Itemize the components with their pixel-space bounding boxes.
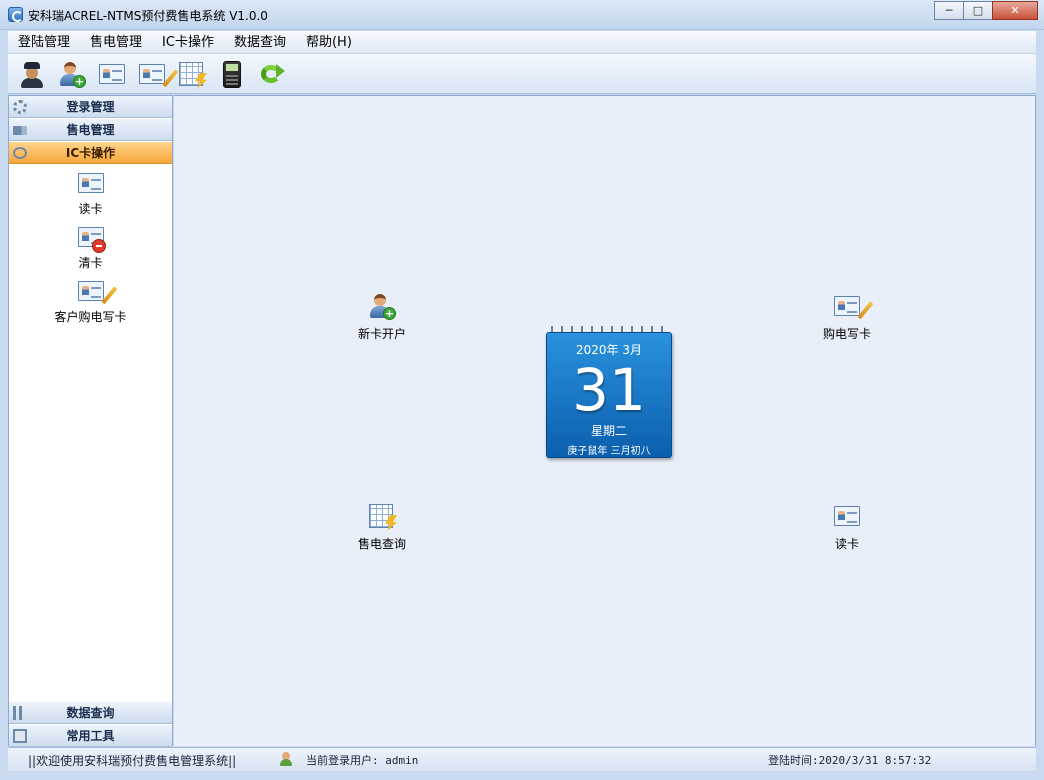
app-icon xyxy=(8,7,23,22)
read-card-icon xyxy=(833,502,861,530)
sales-table-icon xyxy=(178,60,207,89)
sidebar-section-tools[interactable]: 常用工具 xyxy=(9,725,172,747)
toolbar-read-card-button[interactable] xyxy=(96,58,128,90)
shortcut-read-card[interactable]: 读卡 xyxy=(802,502,892,552)
menu-sales-management[interactable]: 售电管理 xyxy=(80,31,152,54)
toolbar-new-account-button[interactable]: + xyxy=(56,58,88,90)
police-icon xyxy=(18,60,46,88)
calendar-body: 2020年 3月 31 星期二 庚子鼠年 三月初八 xyxy=(546,332,672,458)
status-welcome: ||欢迎使用安科瑞预付费售电管理系统|| xyxy=(28,754,237,768)
sidebar-item-label: 读卡 xyxy=(78,202,103,216)
truck-icon xyxy=(13,126,27,135)
read-card-icon xyxy=(77,169,105,197)
anchor-icon xyxy=(13,147,27,159)
calendar-day: 31 xyxy=(572,356,646,424)
shortcut-purchase-write-card[interactable]: 购电写卡 xyxy=(802,292,892,342)
sales-query-icon xyxy=(368,502,397,531)
toolbar: + xyxy=(8,54,1036,94)
sidebar-item-list: 读卡 清卡 客户购电写卡 xyxy=(9,166,172,328)
sidebar-section-login[interactable]: 登录管理 xyxy=(9,96,172,118)
status-login-time: 登陆时间:2020/3/31 8:57:32 xyxy=(768,754,932,767)
shortcut-sales-query[interactable]: 售电查询 xyxy=(337,502,427,552)
refresh-icon xyxy=(258,60,286,88)
menu-data-query[interactable]: 数据查询 xyxy=(224,31,296,54)
write-card-icon xyxy=(138,60,179,88)
status-bar: ||欢迎使用安科瑞预付费售电管理系统|| 当前登录用户: admin 登陆时间:… xyxy=(8,747,1036,771)
calendar-widget: 2020年 3月 31 星期二 庚子鼠年 三月初八 xyxy=(546,326,672,458)
gear-icon xyxy=(13,100,27,114)
shortcut-label: 读卡 xyxy=(834,537,859,551)
sidebar-section-label: IC卡操作 xyxy=(65,146,116,160)
main-workspace: + 新卡开户 购电写卡 售电查询 读卡 2020年 3月 31 星期二 庚子鼠年… xyxy=(174,95,1036,746)
menu-ic-card[interactable]: IC卡操作 xyxy=(152,31,224,54)
sidebar-section-sales[interactable]: 售电管理 xyxy=(9,119,172,141)
minimize-button[interactable]: ─ xyxy=(934,1,964,20)
calendar-lunar-date: 庚子鼠年 三月初八 xyxy=(567,446,651,457)
clear-card-icon xyxy=(77,223,106,253)
sidebar-section-label: 常用工具 xyxy=(66,729,115,743)
toolbar-write-card-button[interactable] xyxy=(136,58,179,90)
new-account-icon: + xyxy=(368,292,396,320)
tools-icon xyxy=(13,706,27,720)
sidebar-item-label: 客户购电写卡 xyxy=(54,310,127,324)
sidebar: 登录管理 售电管理 IC卡操作 读卡 清卡 客户购电写卡 数据查询 常用工具 xyxy=(8,95,173,747)
toolbar-sales-query-button[interactable] xyxy=(176,58,208,90)
title-bar: 安科瑞ACREL-NTMS预付费售电系统 V1.0.0 ─ □ ✕ xyxy=(0,0,1044,30)
menu-login-management[interactable]: 登陆管理 xyxy=(8,31,80,54)
calculator-icon xyxy=(218,60,246,88)
sidebar-section-ic-card[interactable]: IC卡操作 xyxy=(9,142,172,164)
shortcut-label: 售电查询 xyxy=(357,537,406,551)
document-icon xyxy=(13,729,27,743)
calendar-weekday: 星期二 xyxy=(590,424,627,438)
sidebar-section-label: 售电管理 xyxy=(66,123,115,137)
menu-help[interactable]: 帮助(H) xyxy=(296,31,362,54)
toolbar-refresh-button[interactable] xyxy=(256,58,288,90)
maximize-button[interactable]: □ xyxy=(963,1,993,20)
read-card-icon xyxy=(98,60,126,88)
sidebar-item-clear-card[interactable]: 清卡 xyxy=(9,220,172,274)
sidebar-item-write-card[interactable]: 客户购电写卡 xyxy=(9,274,172,328)
user-icon xyxy=(280,752,292,766)
sidebar-section-data-query[interactable]: 数据查询 xyxy=(9,702,172,724)
sidebar-item-label: 清卡 xyxy=(78,256,103,270)
shortcut-label: 购电写卡 xyxy=(822,327,871,341)
status-current-user: 当前登录用户: admin xyxy=(306,754,419,767)
menu-bar: 登陆管理 售电管理 IC卡操作 数据查询 帮助(H) xyxy=(8,31,1036,54)
close-button[interactable]: ✕ xyxy=(992,1,1038,20)
sidebar-item-read-card[interactable]: 读卡 xyxy=(9,166,172,220)
sidebar-section-label: 数据查询 xyxy=(66,706,115,720)
shortcut-label: 新卡开户 xyxy=(357,327,406,341)
sidebar-section-label: 登录管理 xyxy=(66,100,115,114)
toolbar-login-button[interactable] xyxy=(16,58,48,90)
add-user-icon: + xyxy=(58,60,86,88)
window-title: 安科瑞ACREL-NTMS预付费售电系统 V1.0.0 xyxy=(28,9,268,23)
shortcut-new-account[interactable]: + 新卡开户 xyxy=(337,292,427,342)
purchase-write-card-icon xyxy=(833,292,874,320)
write-card-icon xyxy=(77,277,117,305)
window-controls: ─ □ ✕ xyxy=(934,1,1038,20)
toolbar-calculator-button[interactable] xyxy=(216,58,248,90)
